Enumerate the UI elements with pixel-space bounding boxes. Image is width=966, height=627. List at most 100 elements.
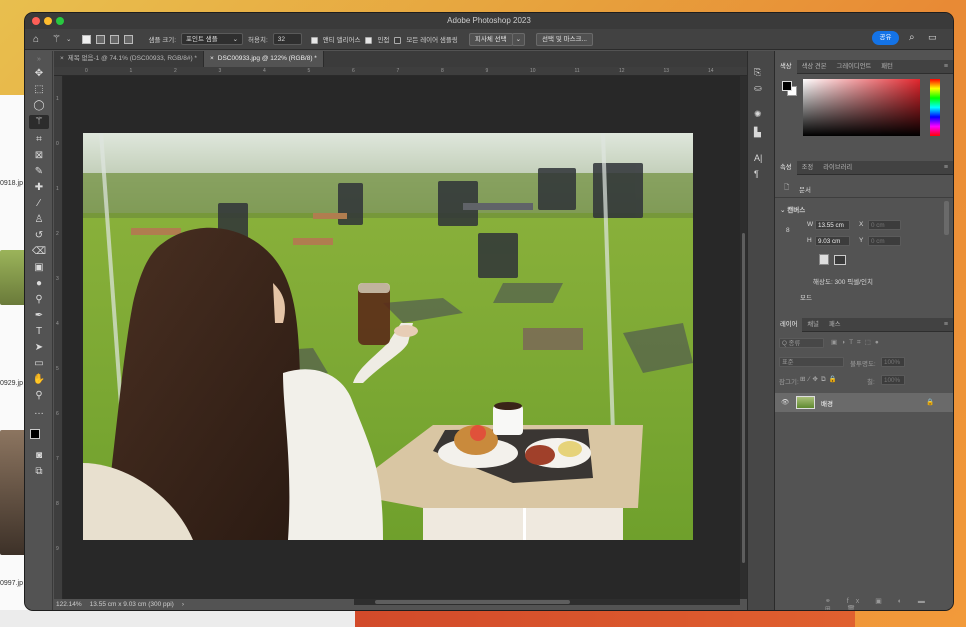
- adjustments-icon[interactable]: ✺: [754, 109, 762, 120]
- lasso-tool-icon[interactable]: ◯: [29, 99, 49, 113]
- more-tools-icon[interactable]: …: [29, 405, 49, 419]
- quick-mask-icon[interactable]: ◙: [29, 449, 49, 463]
- zoom-window-button[interactable]: [56, 17, 64, 25]
- type-tool-icon[interactable]: T: [29, 325, 49, 339]
- history-icon[interactable]: ⎘: [754, 67, 761, 78]
- subtract-from-selection-icon[interactable]: [110, 34, 120, 44]
- collapse-icon[interactable]: »: [29, 53, 49, 67]
- hue-slider[interactable]: [930, 79, 940, 136]
- zoom-level[interactable]: 122.14%: [56, 599, 82, 610]
- pen-tool-icon[interactable]: ✒: [29, 309, 49, 323]
- foreground-color-swatch[interactable]: [782, 81, 792, 91]
- panel-menu-icon[interactable]: ≡: [944, 321, 948, 328]
- crop-tool-icon[interactable]: ⌗: [29, 133, 49, 147]
- antialias-checkbox[interactable]: [310, 36, 318, 44]
- minimize-window-button[interactable]: [44, 17, 52, 25]
- gradient-tool-icon[interactable]: ▣: [29, 261, 49, 275]
- sample-all-layers-checkbox[interactable]: [394, 36, 402, 44]
- character-icon[interactable]: A|: [754, 153, 762, 163]
- dodge-tool-icon[interactable]: ⚲: [29, 293, 49, 307]
- document-image[interactable]: [83, 133, 693, 540]
- panel-menu-icon[interactable]: ≡: [944, 63, 948, 70]
- rectangle-tool-icon[interactable]: ▭: [29, 357, 49, 371]
- color-picker-field[interactable]: [803, 79, 920, 136]
- width-input[interactable]: 13.55 cm: [815, 220, 850, 230]
- workspace-icon[interactable]: ▭: [928, 32, 937, 43]
- vertical-scroll-thumb[interactable]: [742, 233, 745, 563]
- layers-footer-icons[interactable]: ⚭ fx ▣ ◐ ▬ ⊞ 🗑: [825, 597, 953, 610]
- layer-filter-icons[interactable]: ▣◑T⌗⬚●: [831, 338, 883, 347]
- eye-icon[interactable]: 👁: [781, 398, 789, 406]
- close-icon[interactable]: ×: [60, 55, 64, 62]
- blur-tool-icon[interactable]: ●: [29, 277, 49, 291]
- portrait-orientation-button[interactable]: [819, 254, 829, 265]
- paragraph-icon[interactable]: ¶: [754, 169, 759, 179]
- move-tool-icon[interactable]: ✥: [29, 67, 49, 81]
- canvas-section-toggle[interactable]: ⌄ 캔버스: [780, 204, 805, 214]
- magic-wand-tool-icon[interactable]: ⚚: [29, 115, 49, 129]
- new-selection-icon[interactable]: [82, 34, 92, 44]
- lock-icons[interactable]: ⊞∕✥⧉🔒: [800, 375, 840, 384]
- add-to-selection-icon[interactable]: [96, 34, 106, 44]
- tab-layers[interactable]: 레이어: [775, 317, 803, 332]
- chevron-down-icon[interactable]: ⌄: [511, 32, 526, 46]
- blend-mode-select[interactable]: 표준: [779, 357, 844, 367]
- clone-stamp-tool-icon[interactable]: ♙: [29, 213, 49, 227]
- tab-patterns[interactable]: 패턴: [876, 60, 898, 74]
- tab-channels[interactable]: 채널: [802, 318, 824, 332]
- share-button[interactable]: 공유: [872, 31, 899, 45]
- history-brush-tool-icon[interactable]: ↺: [29, 229, 49, 243]
- tab-adjustments[interactable]: 조정: [797, 161, 819, 175]
- eyedropper-tool-icon[interactable]: ✎: [29, 165, 49, 179]
- close-icon[interactable]: ×: [210, 55, 214, 62]
- tab-color[interactable]: 색상: [775, 59, 797, 74]
- foreground-color-swatch[interactable]: [30, 429, 40, 439]
- y-input[interactable]: 0 cm: [868, 236, 901, 246]
- tab-dsc00933[interactable]: × DSC00933.jpg @ 122% (RGB/8) *: [203, 51, 324, 67]
- eraser-tool-icon[interactable]: ⌫: [29, 245, 49, 259]
- zoom-tool-icon[interactable]: ⚲: [29, 389, 49, 403]
- intersect-selection-icon[interactable]: [124, 34, 134, 44]
- tab-libraries[interactable]: 라이브러리: [818, 161, 857, 175]
- close-window-button[interactable]: [32, 17, 40, 25]
- layer-filter-select[interactable]: Q 종류: [779, 338, 824, 348]
- desktop-file-name[interactable]: 0929.jp: [0, 380, 23, 387]
- layer-row[interactable]: 👁 배경 🔒: [775, 393, 953, 412]
- layer-name[interactable]: 배경: [821, 398, 833, 408]
- height-input[interactable]: 9.03 cm: [815, 236, 850, 246]
- chevron-down-icon[interactable]: ⌄: [66, 35, 71, 43]
- tab-properties[interactable]: 속성: [775, 160, 797, 175]
- screen-mode-icon[interactable]: ⧉: [29, 465, 49, 479]
- fill-input[interactable]: 100%: [881, 375, 905, 385]
- desktop-file-name[interactable]: 0918.jp: [0, 180, 23, 187]
- desktop-file-thumbnail[interactable]: [0, 430, 26, 555]
- panel-menu-icon[interactable]: ≡: [944, 164, 948, 171]
- desktop-file-thumbnail[interactable]: [0, 250, 26, 305]
- hand-tool-icon[interactable]: ✋: [29, 373, 49, 387]
- frame-tool-icon[interactable]: ⊠: [29, 149, 49, 163]
- contiguous-checkbox[interactable]: [365, 36, 373, 44]
- opacity-input[interactable]: 100%: [881, 357, 905, 367]
- horizontal-scroll-thumb[interactable]: [375, 600, 570, 604]
- landscape-orientation-button[interactable]: [834, 255, 846, 265]
- brush-tool-icon[interactable]: ∕: [29, 197, 49, 211]
- marquee-tool-icon[interactable]: ⬚: [29, 83, 49, 97]
- plugins-icon[interactable]: ⛀: [754, 83, 762, 94]
- desktop-file-name[interactable]: 0997.jp: [0, 580, 23, 587]
- search-icon[interactable]: ⌕: [909, 32, 915, 43]
- home-icon[interactable]: ⌂: [33, 34, 39, 45]
- x-input[interactable]: 0 cm: [868, 220, 901, 230]
- link-icon[interactable]: 8: [786, 227, 790, 234]
- tab-gradients[interactable]: 그레이디언트: [832, 60, 877, 74]
- tab-untitled-1[interactable]: × 제목 없음-1 @ 74.1% (DSC00933, RGB/8#) *: [54, 51, 204, 67]
- tolerance-input[interactable]: 32: [272, 33, 302, 45]
- select-subject-button[interactable]: 피사체 선택: [468, 32, 513, 46]
- horizontal-ruler[interactable]: 0 1 2 3 4 5 6 7 8 9 10 11 12 13 14: [54, 67, 747, 76]
- tab-swatches[interactable]: 색상 견본: [797, 60, 832, 74]
- select-and-mask-button[interactable]: 선택 및 마스크...: [536, 32, 593, 46]
- path-selection-tool-icon[interactable]: ➤: [29, 341, 49, 355]
- histogram-icon[interactable]: ▙: [754, 127, 761, 138]
- chevron-right-icon[interactable]: ›: [182, 599, 184, 610]
- properties-scroll-thumb[interactable]: [944, 201, 949, 235]
- magic-wand-tool-preset-icon[interactable]: ⚚: [52, 34, 61, 45]
